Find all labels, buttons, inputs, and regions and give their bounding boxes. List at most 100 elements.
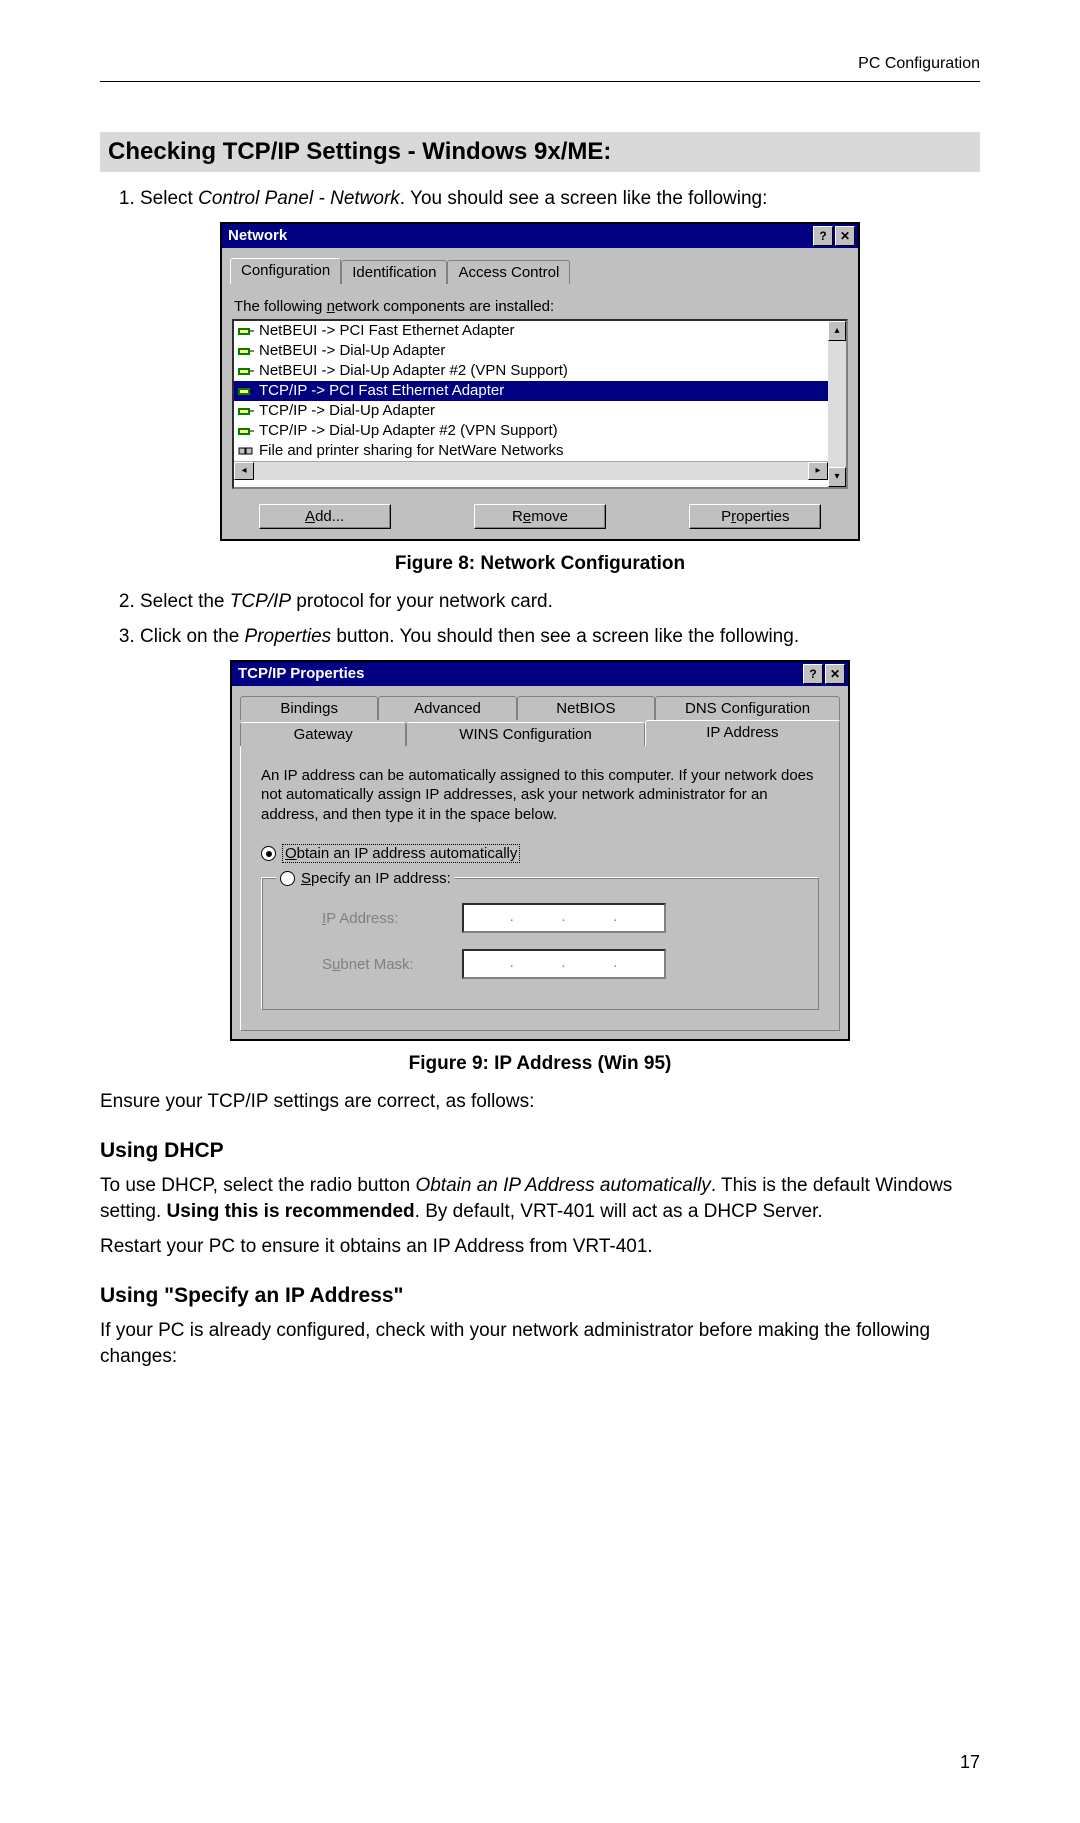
p: S <box>322 956 332 973</box>
subnet-mask-label: Subnet Mask: <box>322 956 442 973</box>
list-item-label: NetBEUI -> Dial-Up Adapter #2 (VPN Suppo… <box>259 361 568 381</box>
dhcp-paragraph-1: To use DHCP, select the radio button Obt… <box>100 1173 980 1224</box>
t: bnet Mask: <box>340 956 413 973</box>
step-2-italic: TCP/IP <box>230 591 291 612</box>
step-3-pre: Click on the <box>140 626 245 647</box>
list-item-label: TCP/IP -> Dial-Up Adapter #2 (VPN Suppor… <box>259 421 558 441</box>
btn-p: P <box>721 508 731 525</box>
tab-ip-address[interactable]: IP Address <box>645 720 840 746</box>
list-item[interactable]: NetBEUI -> Dial-Up Adapter #2 (VPN Suppo… <box>234 361 828 381</box>
list-item-selected[interactable]: TCP/IP -> PCI Fast Ethernet Adapter <box>234 381 828 401</box>
list-item[interactable]: NetBEUI -> PCI Fast Ethernet Adapter <box>234 321 828 341</box>
list-item[interactable]: File and printer sharing for NetWare Net… <box>234 441 828 461</box>
list-item-label: TCP/IP -> PCI Fast Ethernet Adapter <box>259 381 504 401</box>
remove-button[interactable]: Remove <box>474 504 606 529</box>
adapter-icon <box>238 404 254 418</box>
t: P Address: <box>326 910 398 927</box>
specify-ip-heading: Using "Specify an IP Address" <box>100 1284 980 1308</box>
section-title: Checking TCP/IP Settings - Windows 9x/ME… <box>100 132 980 172</box>
help-icon[interactable]: ? <box>813 226 833 246</box>
tcpip-description: An IP address can be automatically assig… <box>261 766 819 825</box>
scrollbar-vertical[interactable]: ▴ ▾ <box>828 321 846 487</box>
scrollbar-horizontal[interactable]: ◂ ▸ <box>234 461 828 480</box>
list-item-label: NetBEUI -> Dial-Up Adapter <box>259 341 445 361</box>
installed-label: The following network components are ins… <box>234 298 848 315</box>
btn-t: move <box>531 508 568 525</box>
tcpip-dialog: TCP/IP Properties ? ✕ Bindings Advanced … <box>230 660 850 1042</box>
scroll-up-icon[interactable]: ▴ <box>828 321 846 341</box>
tab-identification[interactable]: Identification <box>341 260 447 284</box>
step-1: Select Control Panel - Network. You shou… <box>140 186 980 212</box>
service-icon <box>238 444 254 458</box>
radio-obtain-auto[interactable]: Obtain an IP address automatically <box>261 844 819 863</box>
list-item[interactable]: TCP/IP -> Dial-Up Adapter #2 (VPN Suppor… <box>234 421 828 441</box>
close-icon[interactable]: ✕ <box>835 226 855 246</box>
btn-t: dd... <box>315 508 344 525</box>
t: pecify an IP address: <box>311 870 451 887</box>
dhcp-p1-bold: Using this is recommended <box>167 1201 415 1222</box>
scroll-left-icon[interactable]: ◂ <box>234 462 254 480</box>
scroll-down-icon[interactable]: ▾ <box>828 467 846 487</box>
btn-p: R <box>512 508 523 525</box>
step-1-post: . You should see a screen like the follo… <box>400 188 768 209</box>
network-title: Network <box>228 227 287 244</box>
radio-specify[interactable]: Specify an IP address: <box>276 870 455 887</box>
ensure-text: Ensure your TCP/IP settings are correct,… <box>100 1089 980 1115</box>
tcpip-titlebar[interactable]: TCP/IP Properties ? ✕ <box>232 662 848 686</box>
tab-access-control[interactable]: Access Control <box>447 260 570 284</box>
tcpip-title: TCP/IP Properties <box>238 665 364 682</box>
step-2-post: protocol for your network card. <box>291 591 553 612</box>
step-1-italic: Control Panel - Network <box>198 188 400 209</box>
dhcp-paragraph-2: Restart your PC to ensure it obtains an … <box>100 1234 980 1260</box>
tab-gateway[interactable]: Gateway <box>240 722 406 746</box>
adapter-icon <box>238 344 254 358</box>
list-item-label: File and printer sharing for NetWare Net… <box>259 441 564 461</box>
adapter-icon <box>238 424 254 438</box>
components-listbox[interactable]: NetBEUI -> PCI Fast Ethernet Adapter Net… <box>232 319 848 489</box>
tab-advanced[interactable]: Advanced <box>378 696 516 720</box>
list-item-label: TCP/IP -> Dial-Up Adapter <box>259 401 435 421</box>
t: btain an IP address automatically <box>297 845 518 862</box>
network-dialog: Network ? ✕ Configuration Identification… <box>220 222 860 541</box>
subnet-mask-input[interactable]: ... <box>462 949 666 979</box>
step-3-post: button. You should then see a screen lik… <box>331 626 799 647</box>
radio-icon <box>261 846 276 861</box>
page-header: PC Configuration <box>100 55 980 82</box>
step-2: Select the TCP/IP protocol for your netw… <box>140 589 980 615</box>
ip-address-label: IP Address: <box>322 910 442 927</box>
figure-9-caption: Figure 9: IP Address (Win 95) <box>100 1053 980 1075</box>
add-button[interactable]: Add... <box>259 504 391 529</box>
scroll-right-icon[interactable]: ▸ <box>808 462 828 480</box>
tab-wins[interactable]: WINS Configuration <box>406 722 644 746</box>
tab-configuration[interactable]: Configuration <box>230 258 341 284</box>
step-2-pre: Select the <box>140 591 230 612</box>
lbl-pre: The following <box>234 298 327 315</box>
close-icon[interactable]: ✕ <box>825 664 845 684</box>
specify-ip-paragraph: If your PC is already configured, check … <box>100 1318 980 1369</box>
properties-button[interactable]: Properties <box>689 504 821 529</box>
using-dhcp-heading: Using DHCP <box>100 1139 980 1163</box>
list-item[interactable]: NetBEUI -> Dial-Up Adapter <box>234 341 828 361</box>
btn-u: A <box>305 508 315 525</box>
radio-specify-label: Specify an IP address: <box>301 870 451 887</box>
step-3-italic: Properties <box>245 626 332 647</box>
ip-address-input[interactable]: ... <box>462 903 666 933</box>
list-item-label: NetBEUI -> PCI Fast Ethernet Adapter <box>259 321 515 341</box>
list-item[interactable]: TCP/IP -> Dial-Up Adapter <box>234 401 828 421</box>
btn-u: e <box>523 508 531 525</box>
adapter-icon <box>238 364 254 378</box>
figure-8-caption: Figure 8: Network Configuration <box>100 553 980 575</box>
adapter-icon <box>238 384 254 398</box>
dhcp-p1-italic: Obtain an IP Address automatically <box>415 1175 710 1196</box>
tab-bindings[interactable]: Bindings <box>240 696 378 720</box>
btn-t: operties <box>736 508 789 525</box>
step-1-pre: Select <box>140 188 198 209</box>
dhcp-p1-post: . By default, VRT-401 will act as a DHCP… <box>415 1201 823 1222</box>
tab-netbios[interactable]: NetBIOS <box>517 696 655 720</box>
lbl-post: etwork components are installed: <box>335 298 554 315</box>
step-3: Click on the Properties button. You shou… <box>140 624 980 650</box>
help-icon[interactable]: ? <box>803 664 823 684</box>
network-titlebar[interactable]: Network ? ✕ <box>222 224 858 248</box>
page-number: 17 <box>960 1752 980 1773</box>
tab-dns[interactable]: DNS Configuration <box>655 696 840 720</box>
